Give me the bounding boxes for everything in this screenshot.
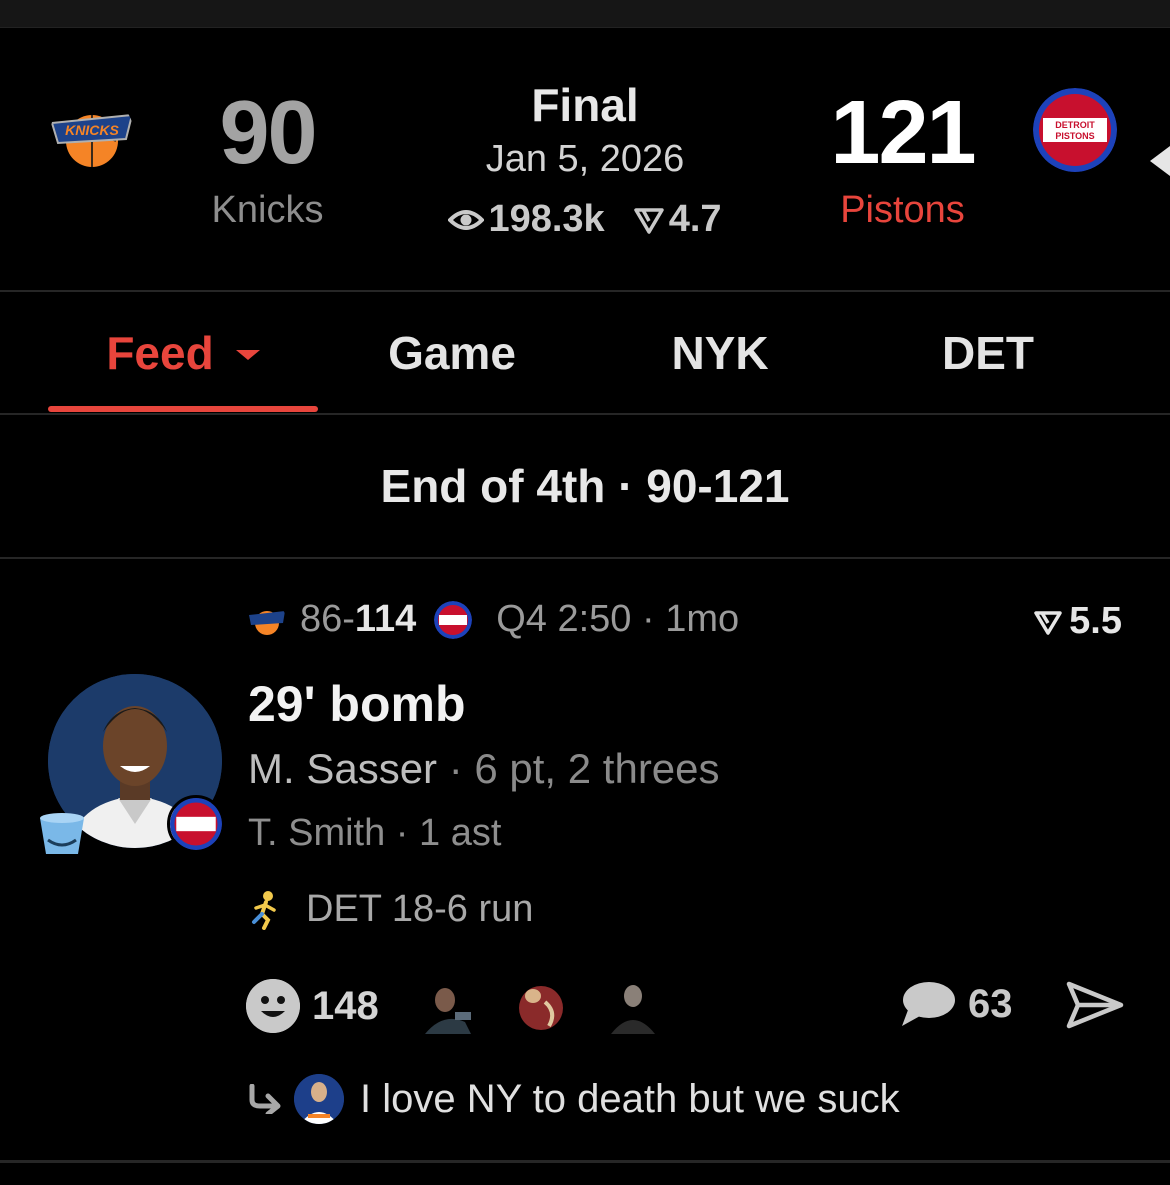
game-meta: 198.3k 4.7	[420, 198, 750, 241]
knicks-mini-logo	[249, 610, 285, 635]
tab-feed[interactable]: Feed	[48, 292, 318, 413]
play-score-line: 86- 114 Q4 2:50 · 1mo	[248, 598, 739, 641]
eye-icon	[448, 209, 485, 230]
tab-bar: Feed Game NYK DET	[0, 292, 1170, 413]
rating-icon	[633, 207, 664, 234]
player-name[interactable]: M. Sasser	[248, 745, 437, 792]
play-rating: 5.5	[1010, 600, 1122, 643]
caret-down-icon	[235, 349, 260, 360]
tab-det[interactable]: DET	[854, 292, 1122, 413]
reply-avatar[interactable]	[294, 1074, 344, 1124]
pistons-logo: DETROIT PISTONS	[1033, 88, 1117, 172]
play-title: 29' bomb	[248, 676, 466, 732]
svg-text:PISTONS: PISTONS	[1055, 131, 1094, 141]
knicks-logo: KNICKS	[50, 113, 134, 167]
tab-nyk-label: NYK	[671, 326, 769, 379]
comments-count: 63	[968, 981, 1013, 1026]
tab-game[interactable]: Game	[318, 292, 586, 413]
run-line: DET 18-6 run	[248, 888, 533, 931]
divider	[0, 557, 1170, 559]
tab-nyk[interactable]: NYK	[586, 292, 854, 413]
game-status: Final	[531, 79, 639, 131]
home-team-name: Pistons	[840, 189, 965, 231]
rating-value: 4.7	[668, 198, 722, 240]
smiley-icon[interactable]	[246, 979, 300, 1033]
bucket-icon	[40, 813, 84, 854]
tab-det-label: DET	[942, 326, 1034, 379]
divider	[0, 1160, 1170, 1163]
play-score-home: 114	[354, 598, 417, 640]
assist-line: T. Smith · 1 ast	[248, 812, 502, 854]
score-header[interactable]: KNICKS 90 Knicks Final Jan 5, 2026 198.3…	[0, 28, 1170, 290]
reactions-bar[interactable]: 148	[246, 978, 695, 1034]
away-team-name: Knicks	[211, 189, 324, 231]
reply-preview[interactable]: I love NY to death but we suck	[246, 1074, 900, 1124]
reactions-count: 148	[312, 983, 379, 1028]
send-icon[interactable]	[1066, 980, 1124, 1030]
views-count: 198.3k	[488, 198, 605, 240]
active-tab-indicator	[48, 406, 318, 412]
play-score-away: 86-	[300, 598, 355, 640]
svg-text:KNICKS: KNICKS	[65, 122, 119, 138]
status-bar	[0, 0, 1170, 28]
reaction-avatar-3[interactable]	[602, 978, 663, 1034]
tab-feed-label: Feed	[106, 326, 214, 379]
reply-text: I love NY to death but we suck	[360, 1076, 900, 1121]
svg-text:DETROIT: DETROIT	[1055, 120, 1095, 130]
away-score: 90	[219, 83, 317, 183]
reply-arrow-icon	[249, 1084, 281, 1114]
comment-bubble-icon	[902, 982, 955, 1026]
pistons-badge-icon	[167, 795, 225, 853]
play-clock: Q4 2:50 · 1mo	[496, 598, 740, 640]
game-date: Jan 5, 2026	[485, 138, 685, 180]
rating-icon	[1034, 610, 1062, 635]
reaction-avatar-2[interactable]	[510, 978, 571, 1034]
run-text: DET 18-6 run	[306, 888, 534, 930]
reaction-avatar-1[interactable]	[418, 978, 479, 1034]
comments-button[interactable]: 63	[900, 980, 1013, 1028]
player-line: M. Sasser · 6 pt, 2 threes	[248, 745, 720, 793]
play-rating-value: 5.5	[1069, 600, 1122, 642]
collapse-arrow-icon[interactable]	[1150, 146, 1170, 176]
period-header: End of 4th · 90-121	[380, 460, 790, 512]
home-score: 121	[830, 83, 976, 183]
views-stat: 198.3k	[448, 198, 605, 241]
rating-stat: 4.7	[633, 198, 722, 241]
tab-game-label: Game	[388, 326, 516, 379]
running-person-icon	[252, 890, 276, 930]
pistons-mini-logo	[434, 600, 473, 639]
player-stats: · 6 pt, 2 threes	[437, 745, 720, 792]
